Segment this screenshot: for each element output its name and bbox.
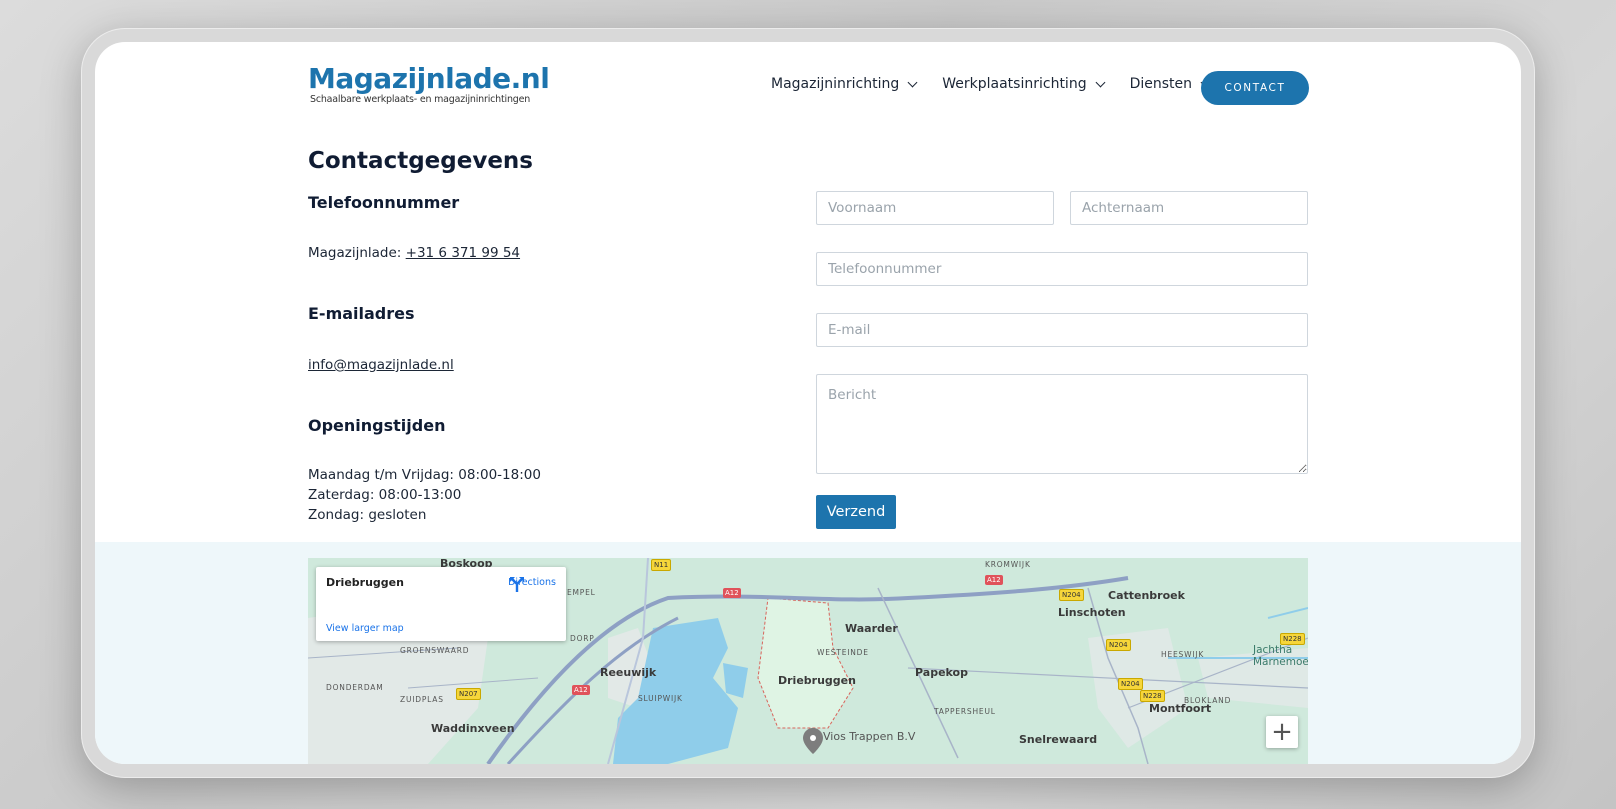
phone-link[interactable]: +31 6 371 99 54 [406,245,520,261]
hours-weekdays: Maandag t/m Vrijdag: 08:00-18:00 [308,467,541,483]
road-shield: A12 [985,575,1003,585]
main-nav: Magazijninrichting Werkplaatsinrichting … [771,76,1235,92]
road-shield: N11 [651,559,672,571]
map-label: GROENSWAARD [400,646,470,655]
map-label: Marnemoe [1253,656,1308,668]
nav-item-label: Magazijninrichting [771,76,900,92]
map-label: WESTEINDE [817,648,869,657]
hours-list: Maandag t/m Vrijdag: 08:00-18:00 Zaterda… [308,465,541,525]
directions-icon [510,577,524,592]
chevron-down-icon [1095,77,1106,87]
road-shield: A12 [723,588,741,598]
directions-button[interactable]: Directions [508,575,556,592]
map-label: Linschoten [1058,606,1126,619]
nav-item-werkplaatsinrichting[interactable]: Werkplaatsinrichting [942,76,1106,92]
road-shield: N204 [1118,678,1143,690]
logo-tagline: Schaalbare werkplaats- en magazijninrich… [310,94,531,105]
map-label: DONDERDAM [326,683,384,692]
submit-button[interactable]: Verzend [816,495,896,529]
contact-button[interactable]: CONTACT [1201,71,1309,105]
map-info-card: Driebruggen Directions View larger map [316,567,566,641]
site-logo[interactable]: Magazijnlade.nl Schaalbare werkplaats- e… [308,62,550,105]
road-shield: N204 [1059,589,1084,601]
email-heading: E-mailadres [308,304,415,323]
map-label: TAPPERSHEUL [934,707,996,716]
nav-item-diensten[interactable]: Diensten [1129,76,1211,92]
road-shield: N207 [456,688,481,700]
map-label: Papekop [915,666,968,679]
map-label: Cattenbroek [1108,589,1185,602]
map-label: Jachtha [1253,644,1293,656]
message-textarea[interactable] [816,374,1308,474]
road-shield: A12 [572,685,590,695]
map-label: ZUIDPLAS [400,695,444,704]
phone-input[interactable] [816,252,1308,286]
first-name-input[interactable] [816,191,1054,225]
chevron-down-icon [907,77,918,87]
hours-saturday: Zaterdag: 08:00-13:00 [308,487,462,503]
view-larger-map-link[interactable]: View larger map [326,623,404,634]
last-name-input[interactable] [1070,191,1308,225]
road-shield: N228 [1280,633,1305,645]
map-label: Driebruggen [778,674,856,687]
map-label: Waarder [845,622,898,635]
map-label: Snelrewaard [1019,733,1098,746]
map-label: Vios Trappen B.V [823,730,916,743]
map-label: DORP [570,634,595,643]
map-label: Reeuwijk [600,666,657,679]
map-label: Montfoort [1149,702,1212,715]
hours-sunday: Zondag: gesloten [308,507,427,523]
embedded-map[interactable]: Boskoop STEMPEL DORP GROENSWAARD DONDERD… [308,558,1308,764]
map-place-title: Driebruggen [326,576,404,589]
page-title: Contactgegevens [308,148,533,174]
zoom-in-button[interactable]: + [1266,716,1298,748]
phone-prefix: Magazijnlade: [308,245,406,261]
email-link[interactable]: info@magazijnlade.nl [308,357,454,373]
road-shield: N204 [1106,639,1131,651]
phone-heading: Telefoonnummer [308,193,460,212]
logo-title: Magazijnlade.nl [308,62,550,95]
map-label: Waddinxveen [431,722,515,735]
email-line: info@magazijnlade.nl [308,355,454,375]
nav-item-label: Diensten [1129,76,1193,92]
phone-line: Magazijnlade: +31 6 371 99 54 [308,243,520,263]
map-label: HEESWIJK [1161,650,1205,659]
nav-item-label: Werkplaatsinrichting [942,76,1087,92]
hours-heading: Openingstijden [308,416,446,435]
map-label: SLUIPWIJK [638,694,683,703]
browser-viewport: Magazijnlade.nl Schaalbare werkplaats- e… [95,42,1521,764]
nav-item-magazijninrichting[interactable]: Magazijninrichting [771,76,918,92]
email-input[interactable] [816,313,1308,347]
map-label: KROMWIJK [985,560,1031,569]
road-shield: N228 [1140,690,1165,702]
